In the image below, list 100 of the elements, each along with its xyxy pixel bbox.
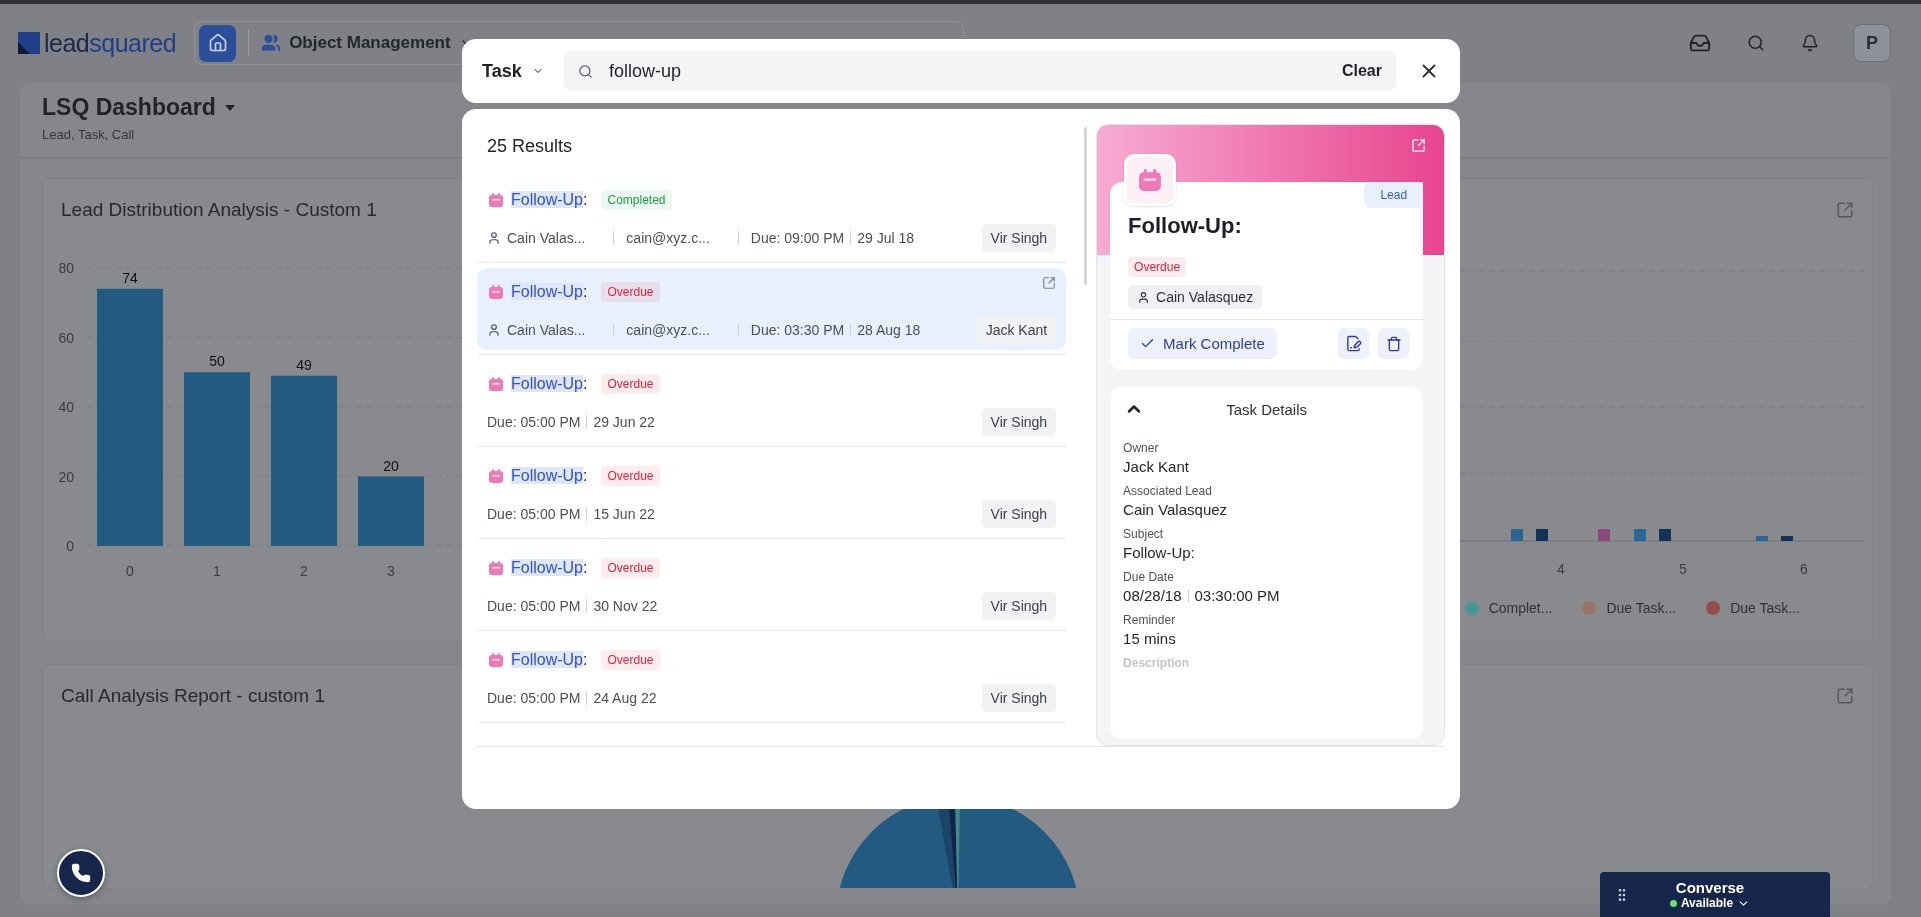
field-value: 03:30:00 PM [1194,587,1280,604]
field-value: Follow-Up: [1123,544,1195,561]
axis-label: 40 [58,399,74,415]
task-title: Follow-Up: [511,467,588,485]
chart-bar [358,476,424,546]
field-value: 15 mins [1123,630,1176,647]
owner-name: Vir Singh [981,224,1057,252]
data-label: 20 [383,457,399,474]
search-field[interactable]: follow-up Clear [564,51,1396,91]
entity-tag: Lead [1364,182,1424,208]
caret-icon [223,103,236,112]
mark-complete-button[interactable]: Mark Complete [1128,328,1277,359]
field-label: Subject [1123,527,1165,541]
owner-name: Vir Singh [981,684,1057,712]
axis-label: 60 [58,329,74,346]
home-button[interactable] [199,24,237,62]
axis-label: 0 [66,538,74,554]
calendar-icon [487,283,505,301]
owner-name: Vir Singh [981,408,1057,436]
user-avatar[interactable]: P [1853,24,1891,62]
task-title: Follow-Up: [511,283,588,301]
clear-button[interactable]: Clear [1337,62,1386,80]
status-tag: Overdue [1128,257,1187,277]
field-value: Jack Kant [1123,458,1189,475]
calendar-icon [487,559,505,577]
axis-label: 0 [126,563,134,579]
status-tag: Overdue [601,374,660,394]
lead-email: cain@xyz.c... [626,322,710,338]
field-value: Cain Valasquez [1123,501,1228,518]
legend-label: Due Task... [1730,600,1800,616]
axis-label: 3 [387,563,395,579]
lead-name: Cain Valas... [507,230,586,246]
field-label: Owner [1123,441,1160,455]
task-title: Follow-Up: [511,651,588,669]
owner-name: Jack Kant [976,316,1057,344]
owner-name: Vir Singh [981,592,1057,620]
task-title: Follow-Up: [511,559,588,577]
dashboard-subtitle: Lead, Task, Call [42,127,135,142]
owner-name: Vir Singh [981,500,1057,528]
search-icon [578,63,593,79]
lead-chip[interactable]: Cain Valasquez [1128,285,1263,309]
calendar-icon [487,375,505,393]
field-label: Associated Lead [1123,484,1213,498]
converse-widget[interactable]: Converse Available [1600,872,1830,917]
axis-label: 5 [1679,561,1687,577]
scrollbar[interactable] [1084,127,1088,285]
object-type-dropdown[interactable]: Task [482,60,546,82]
logo-text: leadsquared [44,28,177,58]
dashboard-title[interactable]: LSQ Dashboard [42,94,236,121]
section-title: Task Details [1225,400,1309,418]
task-title: Follow-Up: [511,191,588,209]
axis-label: 1 [213,563,221,579]
delete-button[interactable] [1378,328,1410,359]
logo-icon [18,32,40,54]
status-tag: Completed [601,190,672,210]
status-dropdown[interactable]: Available [1669,896,1751,910]
status-tag: Overdue [601,282,660,302]
status-tag: Overdue [601,558,660,578]
home-icon [207,33,228,53]
data-label: 50 [209,353,225,370]
due-time: Due: 05:00 PM [487,598,581,614]
person-icon [487,231,501,245]
module-dropdown[interactable]: Object Management [261,33,475,53]
task-title: Follow-Up: [1128,213,1242,240]
calendar-icon [487,191,505,209]
person-icon [487,323,501,337]
axis-label: 6 [1800,561,1808,577]
due-date: 24 Aug 22 [593,690,657,706]
due-time: Due: 09:00 PM [750,230,845,246]
field-value: 08/28/18 [1123,587,1182,604]
calendar-icon [487,651,505,669]
lead-name: Cain Valas... [507,322,586,338]
card-title: Lead Distribution Analysis - Custom 1 [61,199,377,222]
axis-label: 4 [1557,561,1565,577]
users-icon [261,33,282,53]
field-label: Reminder [1123,613,1177,627]
due-time: Due: 05:00 PM [487,506,581,522]
due-time: Due: 03:30 PM [750,322,845,338]
external-link-icon[interactable] [1042,276,1057,290]
due-date: 28 Aug 18 [857,322,921,338]
edit-icon [1345,335,1363,352]
data-label: 74 [122,269,138,286]
due-time: Due: 05:00 PM [487,414,581,430]
due-date: 15 Jun 22 [593,506,655,522]
legend-label: Complet... [1488,600,1553,616]
task-title: Follow-Up: [511,375,588,393]
field-label: Due Date [1123,570,1175,584]
legend-label: Due Task... [1606,600,1677,616]
field-label: Description [1123,656,1191,670]
due-time: Due: 05:00 PM [487,690,581,706]
data-label: 49 [296,356,312,373]
due-date: 29 Jun 22 [593,414,655,430]
edit-button[interactable] [1338,328,1370,359]
status-tag: Overdue [601,466,660,486]
person-icon [1137,290,1151,304]
axis-label: 80 [58,260,74,276]
calendar-icon [487,467,505,485]
results-count: 25 Results [486,135,574,158]
status-tag: Overdue [601,650,660,670]
axis-label: 2 [300,563,308,579]
